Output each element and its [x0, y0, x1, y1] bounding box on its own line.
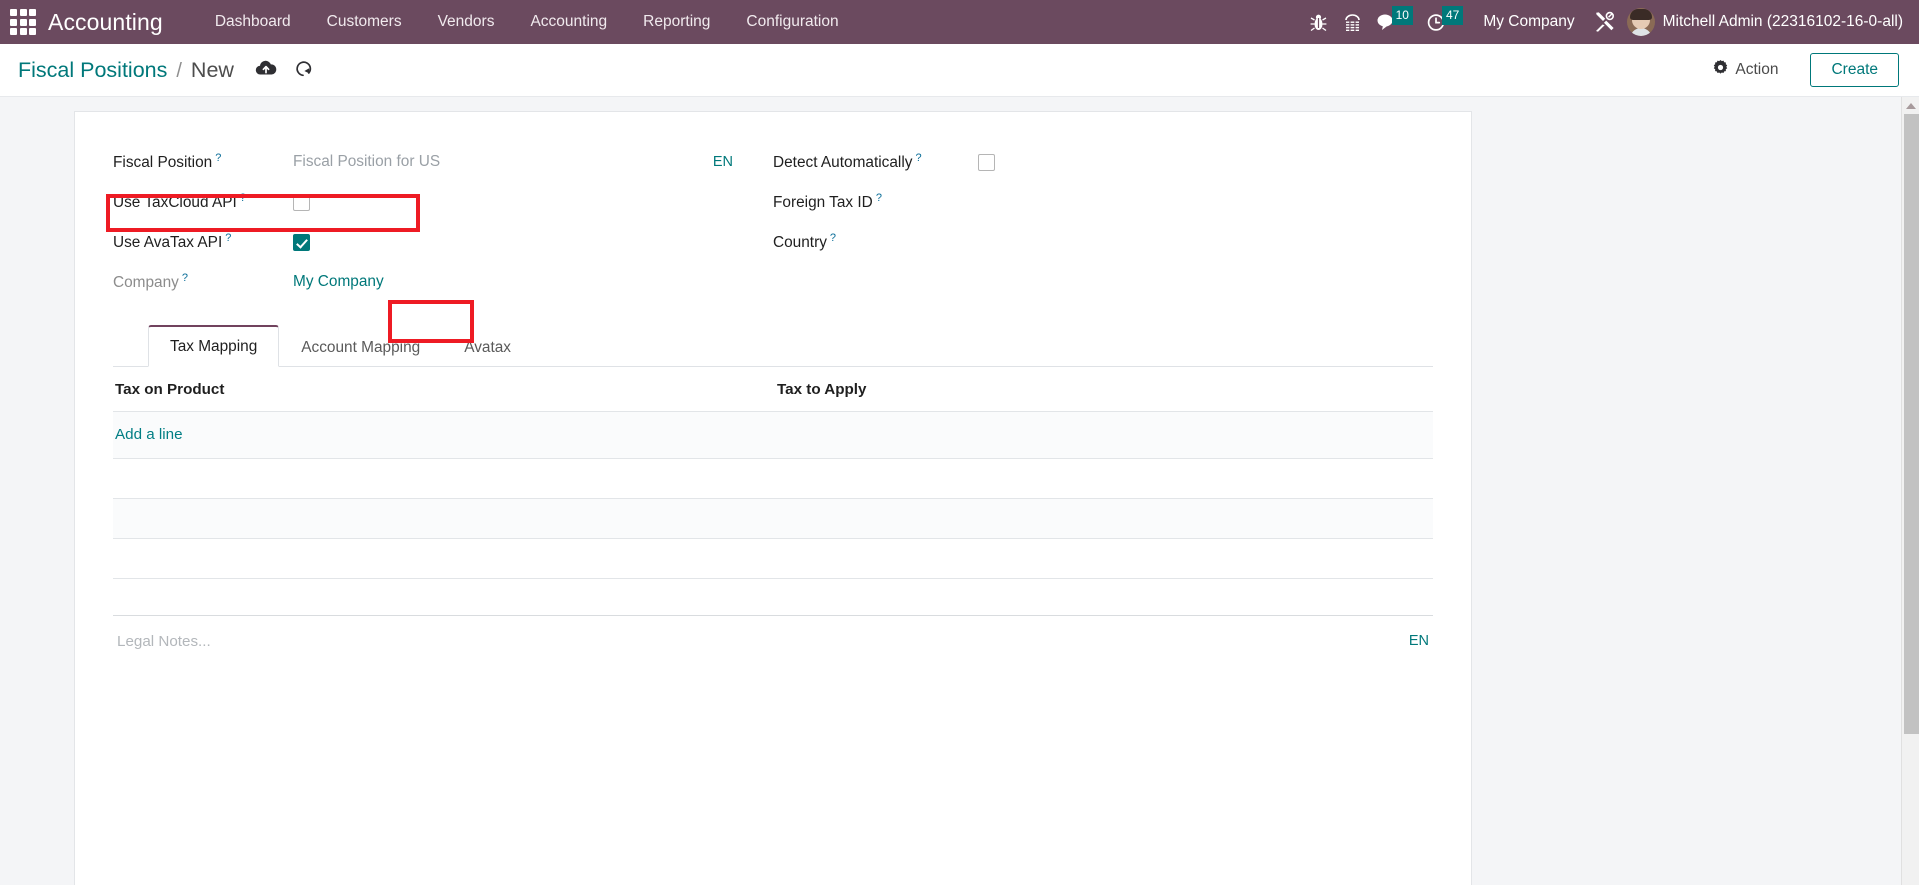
vertical-scrollbar[interactable]: [1901, 97, 1919, 885]
checkbox-use-taxcloud-api[interactable]: [293, 193, 310, 211]
content-area: Fiscal Position? Fiscal Position for US …: [0, 97, 1919, 885]
pad-icon[interactable]: [1336, 0, 1370, 44]
empty-cell: [113, 458, 773, 499]
scroll-up-arrow-icon[interactable]: [1902, 97, 1919, 114]
label-company: Company?: [113, 271, 188, 292]
empty-cell: [773, 498, 1433, 539]
label-use-taxcloud-api: Use TaxCloud API?: [113, 191, 246, 212]
bug-icon[interactable]: [1302, 0, 1336, 44]
column-header-tax-on-product: Tax on Product: [113, 367, 773, 412]
legal-notes-section: Legal Notes... EN: [113, 615, 1433, 650]
help-icon-use-taxcloud-api[interactable]: ?: [240, 192, 246, 204]
field-row-use-avatax-api: Use AvaTax API?: [113, 222, 763, 262]
activities-icon-wrapper[interactable]: 47: [1421, 0, 1471, 44]
add-a-line-row[interactable]: Add a line: [113, 411, 1433, 459]
field-row-fiscal-position: Fiscal Position? Fiscal Position for US …: [113, 142, 763, 182]
create-button[interactable]: Create: [1810, 53, 1899, 87]
form-column-right: Detect Automatically? Foreign Tax ID? Co…: [773, 142, 1433, 302]
help-icon-company[interactable]: ?: [182, 272, 188, 284]
input-fiscal-position[interactable]: Fiscal Position for US: [293, 153, 440, 171]
label-fiscal-position: Fiscal Position?: [113, 151, 222, 172]
help-icon-foreign-tax-id[interactable]: ?: [876, 192, 882, 204]
tools-icon[interactable]: [1587, 0, 1621, 44]
form-column-left: Fiscal Position? Fiscal Position for US …: [113, 142, 773, 302]
apps-grid-icon[interactable]: [10, 9, 36, 35]
empty-cell: [113, 538, 773, 579]
lang-tag-fiscal-position[interactable]: EN: [713, 154, 763, 170]
app-brand-accounting[interactable]: Accounting: [48, 9, 163, 36]
label-foreign-tax-id: Foreign Tax ID?: [773, 191, 882, 212]
gear-icon: [1713, 60, 1728, 80]
undo-icon[interactable]: [293, 59, 313, 82]
messages-badge: 10: [1391, 5, 1413, 25]
company-switcher[interactable]: My Company: [1471, 13, 1586, 31]
tax-mapping-table: Tax on Product Tax to Apply Add a line: [113, 367, 1433, 579]
label-detect-automatically: Detect Automatically?: [773, 151, 922, 172]
breadcrumb-item-fiscal-positions[interactable]: Fiscal Positions: [18, 58, 167, 83]
field-row-company: Company? My Company: [113, 262, 763, 302]
menu-customers[interactable]: Customers: [309, 0, 420, 44]
table-header-row: Tax on Product Tax to Apply: [113, 367, 1433, 412]
menu-configuration[interactable]: Configuration: [728, 0, 856, 44]
field-row-detect-automatically: Detect Automatically?: [773, 142, 1433, 182]
empty-cell: [113, 498, 773, 539]
form-sheet: Fiscal Position? Fiscal Position for US …: [74, 111, 1472, 885]
breadcrumb-separator: /: [176, 59, 182, 82]
action-label: Action: [1735, 61, 1779, 78]
breadcrumb-item-new: New: [190, 57, 234, 82]
cloud-upload-icon[interactable]: [255, 59, 277, 82]
field-row-country: Country?: [773, 222, 1433, 262]
notebook-tabs: Tax Mapping Account Mapping Avatax: [113, 324, 1433, 367]
label-country: Country?: [773, 231, 837, 252]
control-panel: Fiscal Positions / New Action Create: [0, 44, 1919, 97]
avatar: [1626, 8, 1655, 36]
table-header: Tax on Product Tax to Apply: [113, 367, 1433, 412]
checkbox-detect-automatically[interactable]: [978, 153, 995, 171]
field-row-use-taxcloud-api: Use TaxCloud API?: [113, 182, 763, 222]
messages-icon-wrapper[interactable]: 10: [1370, 0, 1421, 44]
help-icon-use-avatax-api[interactable]: ?: [225, 232, 231, 244]
activities-badge: 47: [1441, 5, 1464, 25]
empty-cell: [773, 538, 1433, 579]
help-icon-fiscal-position[interactable]: ?: [215, 152, 221, 164]
legal-notes-input[interactable]: Legal Notes...: [113, 633, 1409, 650]
help-icon-detect-automatically[interactable]: ?: [915, 152, 921, 164]
record-actions: [255, 59, 313, 82]
checkbox-use-avatax-api[interactable]: [293, 233, 310, 251]
scrollbar-thumb[interactable]: [1904, 114, 1919, 734]
value-company[interactable]: My Company: [293, 273, 384, 291]
tab-avatax[interactable]: Avatax: [442, 327, 533, 367]
form-fields-grid: Fiscal Position? Fiscal Position for US …: [113, 142, 1433, 302]
lang-tag-legal-notes[interactable]: EN: [1409, 633, 1433, 649]
top-navbar: Accounting Dashboard Customers Vendors A…: [0, 0, 1919, 44]
table-row: [113, 538, 1433, 579]
tab-tax-mapping[interactable]: Tax Mapping: [148, 325, 280, 367]
add-a-line-link[interactable]: Add a line: [115, 426, 183, 443]
menu-dashboard[interactable]: Dashboard: [197, 0, 309, 44]
table-row: [113, 498, 1433, 539]
menu-accounting[interactable]: Accounting: [512, 0, 625, 44]
column-header-tax-to-apply: Tax to Apply: [773, 367, 1433, 412]
add-a-line-cell[interactable]: Add a line: [113, 411, 1433, 459]
help-icon-country[interactable]: ?: [830, 232, 836, 244]
user-name-label: Mitchell Admin (22316102-16-0-all): [1662, 13, 1903, 30]
user-menu[interactable]: Mitchell Admin (22316102-16-0-all): [1621, 8, 1903, 36]
table-body: Add a line: [113, 411, 1433, 579]
breadcrumb: Fiscal Positions / New: [18, 58, 234, 83]
menu-reporting[interactable]: Reporting: [625, 0, 728, 44]
label-use-avatax-api: Use AvaTax API?: [113, 231, 232, 252]
field-row-foreign-tax-id: Foreign Tax ID?: [773, 182, 1433, 222]
tab-account-mapping[interactable]: Account Mapping: [279, 327, 442, 367]
empty-cell: [773, 458, 1433, 499]
action-menu-button[interactable]: Action: [1703, 55, 1788, 85]
menu-vendors[interactable]: Vendors: [420, 0, 513, 44]
table-row: [113, 458, 1433, 499]
